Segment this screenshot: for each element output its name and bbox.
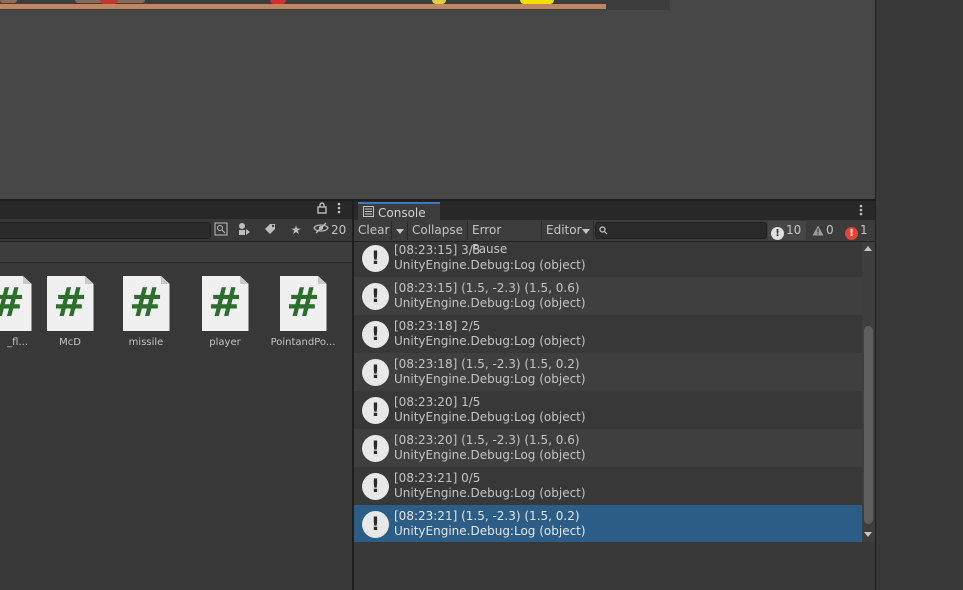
project-search-input[interactable] [0,222,211,239]
eye-slash-icon[interactable] [313,222,329,238]
log-stacktrace: UnityEngine.Debug:Log (object) [394,258,586,272]
csharp-script-icon: # [0,276,32,331]
log-entry[interactable]: [08:23:21] 0/5 UnityEngine.Debug:Log (ob… [354,467,862,505]
info-count-toggle[interactable]: ! 10 [768,221,806,240]
info-log-icon [362,245,389,272]
log-stacktrace: UnityEngine.Debug:Log (object) [394,296,586,310]
asset-name: McD [59,337,81,348]
collapse-button[interactable]: Collapse [408,221,468,240]
log-stacktrace: UnityEngine.Debug:Log (object) [394,410,586,424]
log-message: [08:23:20] (1.5, -2.3) (1.5, 0.6) [394,433,580,447]
asset-item[interactable]: # missile [106,276,186,348]
info-log-icon [362,283,389,310]
log-stacktrace: UnityEngine.Debug:Log (object) [394,372,586,386]
log-message: [08:23:18] 2/5 [394,319,481,333]
log-message: [08:23:20] 1/5 [394,395,481,409]
error-count: 1 [860,223,868,237]
error-icon: ! [845,227,858,240]
log-entry[interactable]: [08:23:18] 2/5 UnityEngine.Debug:Log (ob… [354,315,862,353]
csharp-script-icon: # [201,276,249,331]
log-entry[interactable]: [08:23:15] 3/5 UnityEngine.Debug:Log (ob… [354,242,862,275]
info-log-icon [362,397,389,424]
console-search-input[interactable] [595,222,767,239]
search-icon [599,224,608,238]
csharp-script-icon: # [279,276,327,331]
console-toolbar: Clear Collapse Error Pause Editor ! 10 0 … [354,220,875,256]
csharp-script-icon: # [46,276,94,331]
tab-console[interactable]: Console [358,202,440,220]
scroll-down-icon[interactable] [864,532,872,537]
scene-sprite [100,0,118,4]
filter-type-icon[interactable] [236,222,252,238]
asset-item[interactable]: # McD [30,276,110,348]
log-entry[interactable]: [08:23:15] (1.5, -2.3) (1.5, 0.6) UnityE… [354,277,862,315]
breadcrumb [0,242,352,263]
info-log-icon [362,359,389,386]
asset-item[interactable]: # PointandPo... [263,276,343,348]
asset-item[interactable]: # player [185,276,265,348]
info-log-icon [362,435,389,462]
info-log-icon [362,321,389,348]
warning-count: 0 [826,223,834,237]
search-type-icon[interactable] [213,222,229,238]
info-count: 10 [786,223,802,237]
chevron-down-icon [396,229,404,234]
log-message: [08:23:18] (1.5, -2.3) (1.5, 0.2) [394,357,580,371]
log-entry[interactable]: [08:23:20] (1.5, -2.3) (1.5, 0.6) UnityE… [354,429,862,467]
info-log-icon [362,473,389,500]
info-icon: ! [771,227,784,240]
log-stacktrace: UnityEngine.Debug:Log (object) [394,486,586,500]
log-list: [08:23:15] 3/5 UnityEngine.Debug:Log (ob… [354,242,862,542]
scene-sprite [270,0,286,4]
scene-sprite [0,0,17,3]
info-log-icon [362,511,389,538]
error-pause-button[interactable]: Error Pause [468,221,542,256]
star-icon[interactable]: ★ [288,222,304,238]
lock-icon[interactable] [314,202,330,218]
log-entry[interactable]: [08:23:18] (1.5, -2.3) (1.5, 0.2) UnityE… [354,353,862,391]
scrollbar-thumb[interactable] [864,326,873,524]
hidden-packages-count: 20 [331,223,347,237]
scene-sprite [432,0,446,4]
console-panel: Console Clear Collapse Error Pause Edito… [354,201,875,590]
console-icon [363,206,374,220]
log-stacktrace: UnityEngine.Debug:Log (object) [394,334,586,348]
log-message: [08:23:21] 0/5 [394,471,481,485]
project-tab-bar [0,201,352,219]
clear-button[interactable]: Clear [354,221,392,240]
warning-count-toggle[interactable]: 0 [808,221,840,240]
label-icon[interactable] [262,222,278,238]
kebab-menu-icon[interactable] [331,202,347,218]
console-tab-bar: Console [354,201,875,220]
scene-sprite [520,0,554,4]
csharp-script-icon: # [122,276,170,331]
kebab-menu-icon[interactable] [859,204,863,219]
asset-name: PointandPo... [270,337,336,348]
log-message: [08:23:21] (1.5, -2.3) (1.5, 0.2) [394,509,580,523]
right-panel-background [875,0,963,590]
asset-name: missile [128,337,164,348]
log-entry-selected[interactable]: [08:23:21] (1.5, -2.3) (1.5, 0.2) UnityE… [354,505,862,542]
scroll-up-icon[interactable] [864,246,872,251]
tab-console-label: Console [378,206,426,220]
project-toolbar: ★ 20 [0,219,352,242]
asset-name: player [209,337,241,348]
clear-options-dropdown[interactable] [392,221,408,240]
editor-dropdown[interactable]: Editor [542,221,594,240]
chevron-down-icon [582,229,590,234]
log-message: [08:23:15] 3/5 [394,243,481,257]
scene-ground-sprite [0,4,606,9]
log-stacktrace: UnityEngine.Debug:Log (object) [394,524,586,538]
scene-view[interactable] [0,0,875,199]
warning-icon [812,223,824,242]
error-count-toggle[interactable]: ! 1 [842,221,872,240]
log-message: [08:23:15] (1.5, -2.3) (1.5, 0.6) [394,281,580,295]
log-scrollbar[interactable] [862,242,875,542]
project-panel: ★ 20 # _fl... # McD # missile # player #… [0,201,352,590]
log-stacktrace: UnityEngine.Debug:Log (object) [394,448,586,462]
editor-dropdown-label: Editor [546,223,582,237]
log-entry[interactable]: [08:23:20] 1/5 UnityEngine.Debug:Log (ob… [354,391,862,429]
